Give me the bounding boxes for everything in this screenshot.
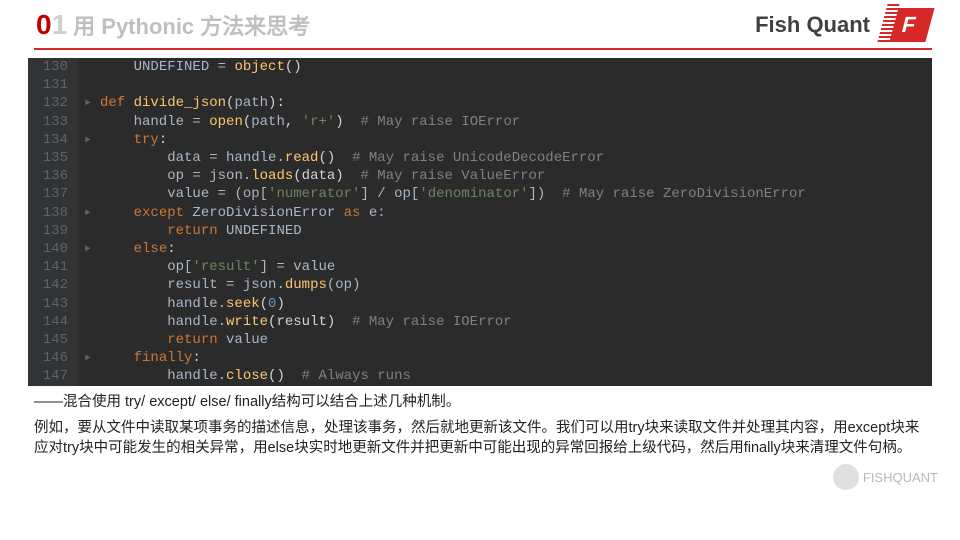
code-line: 131	[28, 76, 932, 94]
fold-gutter	[78, 149, 98, 167]
code-line: 147 handle.close() # Always runs	[28, 367, 932, 385]
fold-gutter	[78, 313, 98, 331]
code-line: 144 handle.write(result) # May raise IOE…	[28, 313, 932, 331]
code-content: handle.write(result) # May raise IOError	[98, 313, 512, 331]
header-left: 01 用 Pythonic 方法来思考	[36, 9, 310, 41]
line-number: 138	[28, 204, 78, 222]
fold-gutter	[78, 185, 98, 203]
code-content	[98, 76, 100, 94]
line-number: 142	[28, 276, 78, 294]
code-line: 143 handle.seek(0)	[28, 295, 932, 313]
line-number: 131	[28, 76, 78, 94]
code-content: return value	[98, 331, 268, 349]
fold-gutter	[78, 76, 98, 94]
code-content: data = handle.read() # May raise Unicode…	[98, 149, 604, 167]
line-number: 137	[28, 185, 78, 203]
code-content: handle.seek(0)	[98, 295, 285, 313]
line-number: 143	[28, 295, 78, 313]
fold-gutter	[78, 222, 98, 240]
line-number: 139	[28, 222, 78, 240]
line-number: 136	[28, 167, 78, 185]
fold-gutter	[78, 167, 98, 185]
code-content: else:	[98, 240, 176, 258]
fold-gutter	[78, 113, 98, 131]
line-number: 146	[28, 349, 78, 367]
fold-gutter: ▸	[78, 94, 98, 112]
code-content: return UNDEFINED	[98, 222, 302, 240]
fold-gutter: ▸	[78, 204, 98, 222]
slide-header: 01 用 Pythonic 方法来思考 Fish Quant F	[0, 0, 960, 48]
code-line: 146▸ finally:	[28, 349, 932, 367]
code-content: result = json.dumps(op)	[98, 276, 360, 294]
code-content: op['result'] = value	[98, 258, 335, 276]
code-line: 139 return UNDEFINED	[28, 222, 932, 240]
code-content: finally:	[98, 349, 201, 367]
header-divider	[34, 48, 932, 50]
line-number: 134	[28, 131, 78, 149]
code-content: op = json.loads(data) # May raise ValueE…	[98, 167, 545, 185]
code-line: 130 UNDEFINED = object()	[28, 58, 932, 76]
line-number: 135	[28, 149, 78, 167]
code-content: try:	[98, 131, 167, 149]
code-editor: 130 UNDEFINED = object()131 132▸def divi…	[28, 58, 932, 386]
line-number: 132	[28, 94, 78, 112]
code-line: 138▸ except ZeroDivisionError as e:	[28, 204, 932, 222]
fold-gutter: ▸	[78, 349, 98, 367]
code-line: 137 value = (op['numerator'] / op['denom…	[28, 185, 932, 203]
code-line: 134▸ try:	[28, 131, 932, 149]
line-number: 140	[28, 240, 78, 258]
line-number: 133	[28, 113, 78, 131]
code-content: handle.close() # Always runs	[98, 367, 411, 385]
code-line: 132▸def divide_json(path):	[28, 94, 932, 112]
watermark: FISHQUANT	[833, 464, 938, 490]
fold-gutter	[78, 367, 98, 385]
watermark-text: FISHQUANT	[863, 470, 938, 485]
fold-gutter	[78, 258, 98, 276]
header-right: Fish Quant F	[755, 8, 930, 42]
code-line: 142 result = json.dumps(op)	[28, 276, 932, 294]
explanation-paragraph-2: 例如，要从文件中读取某项事务的描述信息，处理该事务，然后就地更新该文件。我们可以…	[34, 418, 930, 458]
fold-gutter	[78, 331, 98, 349]
line-number: 147	[28, 367, 78, 385]
code-content: value = (op['numerator'] / op['denominat…	[98, 185, 806, 203]
chapter-title: 用 Pythonic 方法来思考	[73, 9, 310, 41]
fold-gutter	[78, 295, 98, 313]
brand-text: Fish Quant	[755, 12, 870, 38]
code-line: 133 handle = open(path, 'r+') # May rais…	[28, 113, 932, 131]
fold-gutter	[78, 276, 98, 294]
fold-gutter: ▸	[78, 131, 98, 149]
brand-logo: F	[883, 8, 934, 42]
code-line: 135 data = handle.read() # May raise Uni…	[28, 149, 932, 167]
line-number: 141	[28, 258, 78, 276]
code-line: 145 return value	[28, 331, 932, 349]
fold-gutter	[78, 58, 98, 76]
code-content: except ZeroDivisionError as e:	[98, 204, 386, 222]
code-content: def divide_json(path):	[98, 94, 285, 112]
line-number: 145	[28, 331, 78, 349]
explanation-paragraph-1: ——混合使用 try/ except/ else/ finally结构可以结合上…	[34, 392, 930, 412]
wechat-icon	[833, 464, 859, 490]
chapter-number: 01	[36, 9, 67, 41]
code-line: 136 op = json.loads(data) # May raise Va…	[28, 167, 932, 185]
code-content: handle = open(path, 'r+') # May raise IO…	[98, 113, 520, 131]
line-number: 130	[28, 58, 78, 76]
code-line: 141 op['result'] = value	[28, 258, 932, 276]
code-line: 140▸ else:	[28, 240, 932, 258]
fold-gutter: ▸	[78, 240, 98, 258]
code-content: UNDEFINED = object()	[98, 58, 302, 76]
line-number: 144	[28, 313, 78, 331]
